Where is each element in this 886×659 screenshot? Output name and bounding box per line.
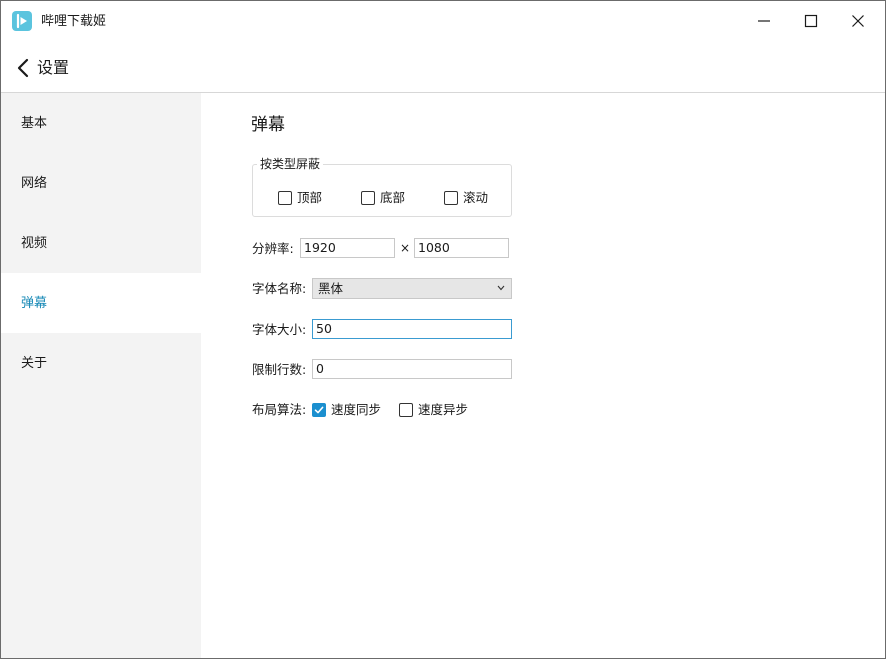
page-title: 设置 [37, 58, 70, 77]
minimize-button[interactable] [741, 1, 787, 41]
minimize-icon [758, 20, 770, 22]
checkbox-label: 速度异步 [418, 402, 469, 417]
resolution-width-input[interactable] [300, 238, 395, 258]
maximize-button[interactable] [788, 1, 834, 41]
sidebar-item-basic[interactable]: 基本 [1, 93, 201, 153]
checkbox-box [361, 191, 375, 205]
font-name-value: 黑体 [318, 281, 344, 296]
checkbox-label: 底部 [380, 190, 406, 205]
sidebar-item-label: 关于 [21, 356, 48, 371]
section-title: 弹幕 [251, 115, 285, 135]
checkbox-box [399, 403, 413, 417]
checkbox-box [312, 403, 326, 417]
resolution-label: 分辨率: [252, 241, 294, 256]
resolution-height-input[interactable] [414, 238, 509, 258]
font-size-label: 字体大小: [252, 322, 307, 337]
font-name-label: 字体名称: [252, 281, 307, 296]
page-header: 设置 [1, 41, 885, 93]
checkbox-box [444, 191, 458, 205]
checkbox-label: 速度同步 [331, 402, 382, 417]
layout-algorithm-label: 布局算法: [252, 402, 307, 417]
checkbox-box [278, 191, 292, 205]
resolution-separator: × [400, 241, 411, 255]
checkbox-label: 顶部 [297, 190, 323, 205]
close-icon [852, 15, 864, 27]
chevron-down-icon [497, 285, 505, 291]
app-logo-icon [12, 11, 32, 31]
sidebar-item-label: 视频 [21, 236, 48, 251]
sidebar-item-network[interactable]: 网络 [1, 153, 201, 213]
chevron-left-icon [17, 58, 29, 78]
line-limit-input[interactable] [312, 359, 512, 379]
maximize-icon [804, 14, 818, 28]
title-bar[interactable]: 哔哩下载姬 [1, 1, 885, 41]
sidebar-item-video[interactable]: 视频 [1, 213, 201, 273]
font-size-input[interactable] [312, 319, 512, 339]
sidebar-item-label: 网络 [21, 176, 48, 191]
back-button[interactable] [15, 57, 35, 79]
sidebar-item-label: 基本 [21, 116, 48, 131]
settings-content: 弹幕 按类型屏蔽 顶部 底部 滚动 分辨率: × 字体名称: 黑体 字体大小: … [201, 93, 885, 658]
app-window: 哔哩下载姬 设置 基本 网络 视频 弹幕 关于 弹幕 按类型屏蔽 顶部 底部 滚… [0, 0, 886, 659]
checkbox-label: 滚动 [463, 190, 489, 205]
group-legend: 按类型屏蔽 [257, 156, 324, 172]
close-button[interactable] [835, 1, 881, 41]
settings-sidebar: 基本 网络 视频 弹幕 关于 [1, 93, 201, 658]
line-limit-label: 限制行数: [252, 362, 307, 377]
sidebar-item-danmaku[interactable]: 弹幕 [1, 273, 201, 333]
app-title: 哔哩下载姬 [41, 14, 107, 29]
checkmark-icon [314, 406, 324, 414]
sidebar-item-label: 弹幕 [21, 296, 48, 311]
sidebar-item-about[interactable]: 关于 [1, 333, 201, 393]
font-name-select[interactable]: 黑体 [312, 278, 512, 299]
